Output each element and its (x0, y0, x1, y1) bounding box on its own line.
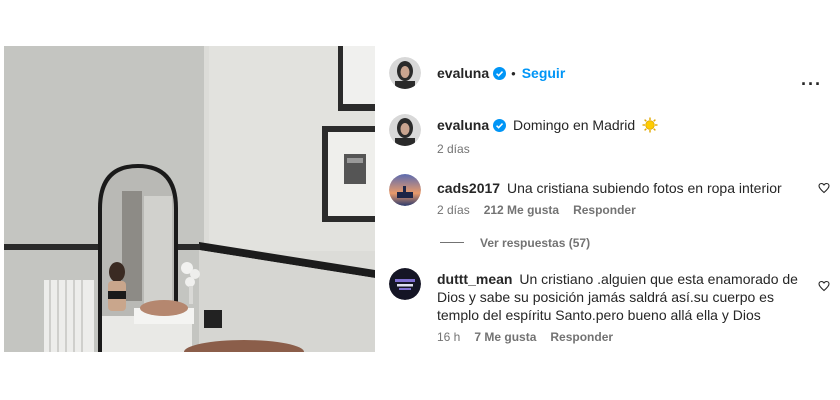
comment-username[interactable]: duttt_mean (437, 271, 512, 287)
verified-badge-icon (493, 118, 507, 136)
verified-badge-icon (493, 67, 507, 85)
author-avatar[interactable] (389, 57, 421, 89)
comment-meta: 16 h 7 Me gusta Responder (437, 330, 613, 344)
comment-text: Una cristiana subiendo fotos en ropa int… (506, 180, 782, 196)
comment-meta: 2 días 212 Me gusta Responder (437, 203, 636, 217)
comment-username[interactable]: cads2017 (437, 180, 500, 196)
comment-time[interactable]: 16 h (437, 330, 460, 344)
post-photo[interactable] (4, 46, 375, 352)
reply-button[interactable]: Responder (550, 330, 613, 344)
comment-time[interactable]: 2 días (437, 203, 470, 217)
follow-button[interactable]: Seguir (522, 65, 566, 81)
reply-button[interactable]: Responder (573, 203, 636, 217)
caption-author-username[interactable]: evaluna (437, 117, 489, 133)
caption-text: Domingo en Madrid (513, 117, 636, 133)
commenter-avatar[interactable] (389, 174, 421, 206)
sun-emoji-icon (642, 117, 658, 137)
author-username[interactable]: evaluna (437, 65, 489, 81)
comment-item: duttt_mean Un cristiano .alguien que est… (375, 268, 840, 368)
post-details-panel: evaluna • Seguir ··· evaluna Domingo en Ma… (375, 46, 840, 400)
commenter-avatar[interactable] (389, 268, 421, 300)
heart-icon[interactable] (818, 182, 830, 194)
caption-time[interactable]: 2 días (437, 142, 470, 156)
view-replies-button[interactable]: Ver respuestas (57) (480, 236, 590, 250)
comment-likes[interactable]: 212 Me gusta (484, 203, 559, 217)
separator-dot: • (511, 66, 516, 81)
post-caption: evaluna Domingo en Madrid 2 días (375, 114, 840, 164)
more-options-icon[interactable]: ··· (801, 75, 822, 93)
caption-author-avatar[interactable] (389, 114, 421, 146)
comment-likes[interactable]: 7 Me gusta (474, 330, 536, 344)
view-replies-row[interactable]: Ver respuestas (57) (440, 234, 840, 250)
post-photo-image (4, 46, 375, 352)
heart-icon[interactable] (818, 280, 830, 292)
comment-item: cads2017 Una cristiana subiendo fotos en… (375, 174, 840, 224)
post-header: evaluna • Seguir ··· (375, 57, 840, 93)
view-replies-line (440, 242, 464, 244)
